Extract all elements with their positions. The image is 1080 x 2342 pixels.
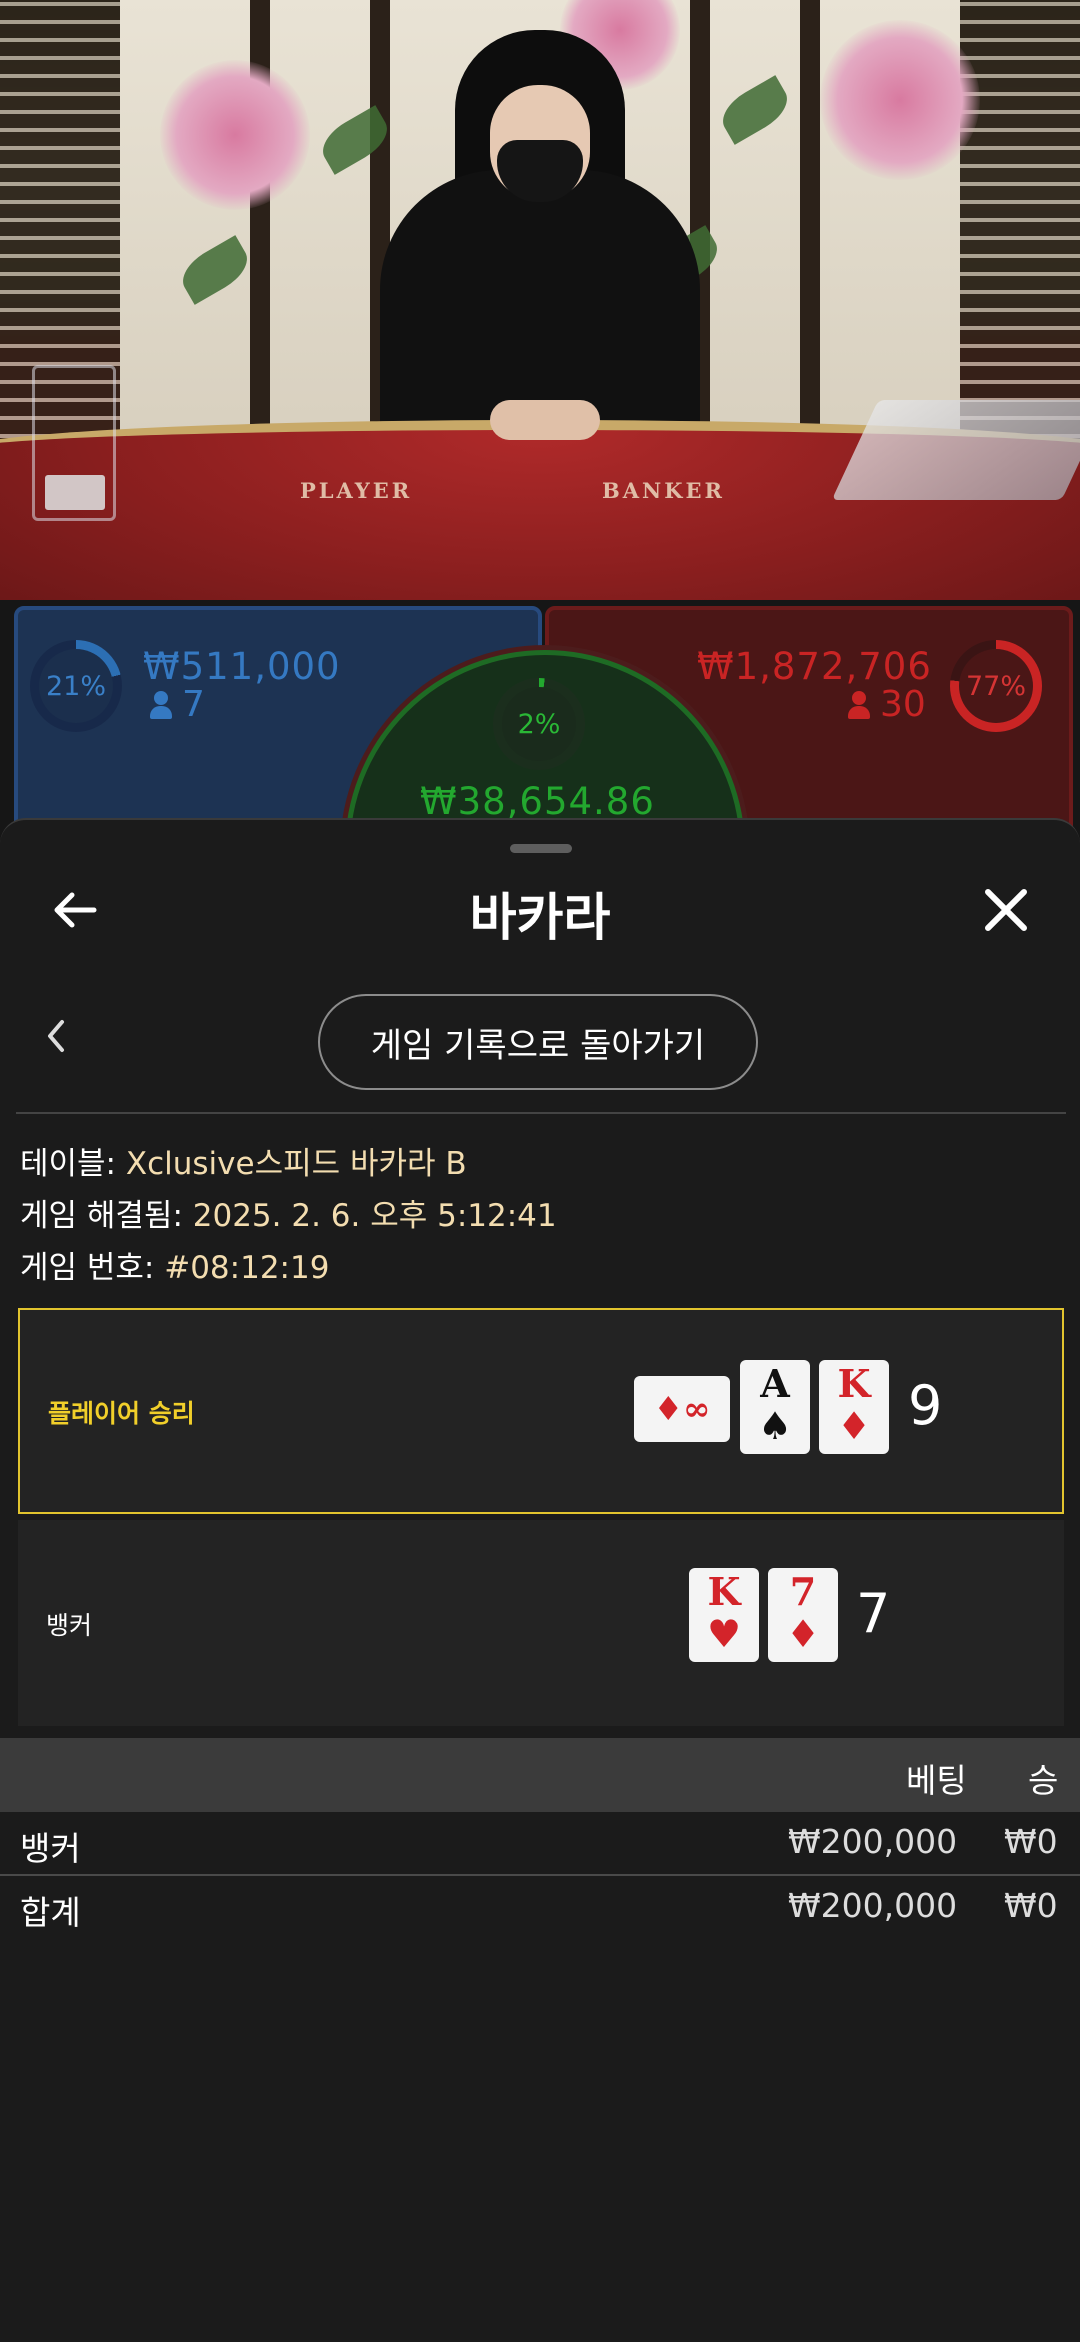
player-bet-amount: ₩511,000 — [143, 645, 341, 688]
table-info: 테이블: Xclusive스피드 바카라 B — [20, 1138, 467, 1183]
card-rank: A — [760, 1361, 790, 1406]
banker-percent: 77% — [959, 649, 1033, 723]
screen-frame — [800, 0, 820, 440]
resolved-info: 게임 해결됨: 2025. 2. 6. 오후 5:12:41 — [20, 1190, 557, 1235]
player-card-1: ♦∞ — [634, 1376, 730, 1442]
table-label-banker: BANKER — [602, 478, 725, 503]
bet-amount: ₩200,000 — [788, 1822, 958, 1861]
divider — [16, 1112, 1066, 1114]
person-icon — [848, 690, 870, 719]
total-label: 합계 — [20, 1893, 81, 1932]
tie-bet-amount: ₩38,654.86 — [420, 780, 655, 823]
banker-card-2: 7 ♦ — [768, 1568, 838, 1662]
total-row: 합계 ₩200,000 ₩0 — [0, 1876, 1080, 1938]
banker-result-row: 뱅커 K ♥ 7 ♦ 7 — [18, 1520, 1064, 1726]
live-video-feed: PLAYER BANKER — [0, 0, 1080, 600]
player-percent-ring: 21% — [30, 640, 122, 732]
banker-count-value: 30 — [880, 684, 926, 725]
card-suit: ♥ — [706, 1611, 742, 1656]
banker-percent-ring: 77% — [950, 640, 1042, 732]
banker-label: 뱅커 — [46, 1611, 93, 1640]
card-suit: ♦ — [653, 1389, 684, 1428]
player-win-label: 플레이어 승리 — [48, 1399, 195, 1428]
card-suit: ♠ — [757, 1403, 793, 1448]
player-score: 9 — [908, 1374, 943, 1437]
table-info-label: 테이블: — [20, 1146, 126, 1182]
player-count: 7 — [150, 684, 205, 725]
card-rank: K — [707, 1569, 741, 1614]
back-to-history-button[interactable]: 게임 기록으로 돌아가기 — [318, 994, 758, 1090]
total-bet-amount: ₩200,000 — [788, 1886, 958, 1925]
bet-name: 뱅커 — [20, 1829, 81, 1868]
total-win-amount: ₩0 — [1004, 1886, 1058, 1925]
card-suit: ♦ — [836, 1403, 872, 1448]
card-rank: 7 — [789, 1569, 817, 1614]
game-number-label: 게임 번호: — [20, 1250, 165, 1286]
table-row: 뱅커 ₩200,000 ₩0 — [0, 1812, 1080, 1876]
game-number-value: #08:12:19 — [164, 1250, 330, 1286]
win-column-header: 승 — [1028, 1761, 1059, 1800]
table-label-player: PLAYER — [300, 478, 413, 503]
dealer-hands — [490, 400, 600, 440]
player-percent: 21% — [39, 649, 113, 723]
tie-percent-ring: 2% — [493, 678, 585, 770]
card-rank: K — [837, 1361, 871, 1406]
player-card-3: K ♦ — [819, 1360, 889, 1454]
resolved-info-value: 2025. 2. 6. 오후 5:12:41 — [192, 1198, 557, 1234]
game-number-info: 게임 번호: #08:12:19 — [20, 1242, 329, 1287]
tie-percent: 2% — [502, 687, 576, 761]
win-amount: ₩0 — [1004, 1822, 1058, 1861]
player-count-value: 7 — [182, 684, 205, 725]
banker-bet-amount: ₩1,872,706 — [697, 645, 932, 688]
chevron-left-icon[interactable] — [40, 1014, 72, 1058]
player-card-2: A ♠ — [740, 1360, 810, 1454]
drag-handle[interactable] — [510, 844, 572, 853]
banker-card-1: K ♥ — [689, 1568, 759, 1662]
discard-card — [45, 475, 105, 510]
player-result-row: 플레이어 승리 ♦∞ A ♠ K ♦ 9 — [18, 1308, 1064, 1514]
game-detail-sheet: 바카라 게임 기록으로 돌아가기 테이블: Xclusive스피드 바카라 B … — [0, 818, 1080, 2342]
table-info-value: Xclusive스피드 바카라 B — [125, 1146, 467, 1182]
person-icon — [150, 690, 172, 719]
card-suit: ♦ — [785, 1611, 821, 1656]
resolved-info-label: 게임 해결됨: — [20, 1198, 193, 1234]
close-icon[interactable] — [978, 882, 1034, 938]
bet-column-header: 베팅 — [906, 1761, 967, 1800]
sheet-title: 바카라 — [469, 889, 611, 948]
flower-painting — [160, 60, 310, 210]
card-rank: ∞ — [683, 1389, 711, 1428]
banker-count: 30 — [848, 684, 926, 725]
banker-score: 7 — [856, 1582, 891, 1645]
bets-table-header: 베팅 승 — [0, 1738, 1080, 1812]
flower-painting — [820, 20, 980, 180]
